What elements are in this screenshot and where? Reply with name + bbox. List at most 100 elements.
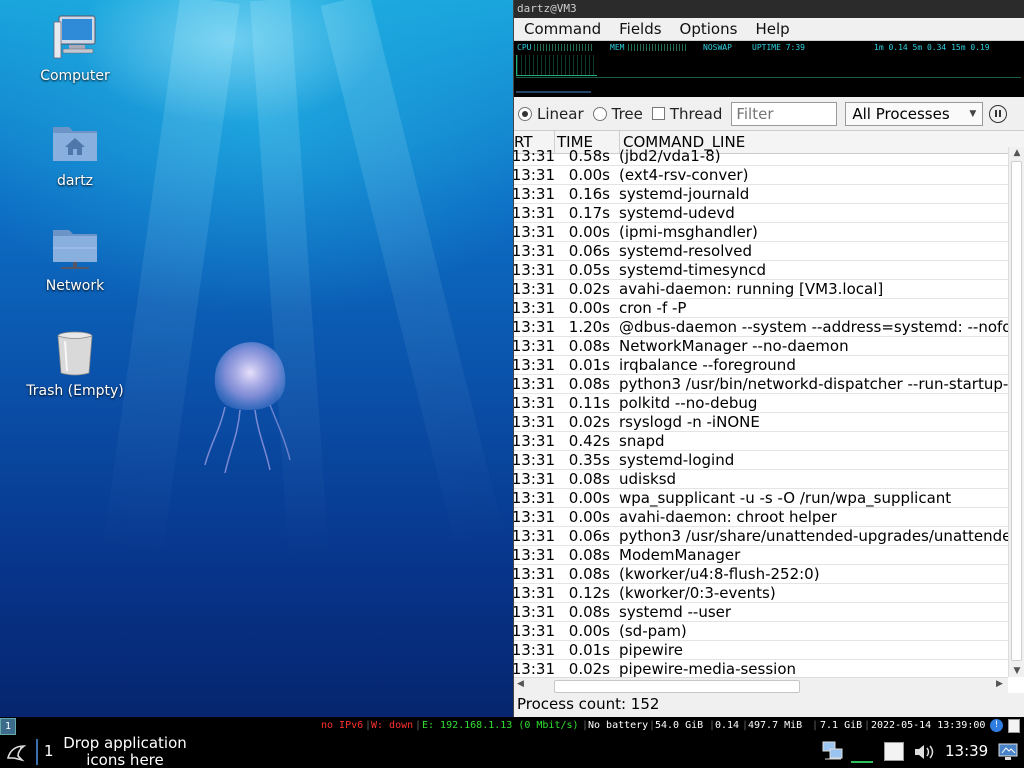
table-row[interactable]: 13:31 0.05s systemd-timesyncd: [514, 261, 1008, 280]
tree-radio[interactable]: Tree: [592, 105, 643, 123]
radio-icon: [592, 106, 607, 121]
scroll-left-icon[interactable]: ◀: [517, 679, 524, 689]
table-row[interactable]: 13:31 0.06s python3 /usr/share/unattended-…: [514, 527, 1008, 546]
table-row[interactable]: 13:31 0.17s systemd-udevd: [514, 204, 1008, 223]
launcher-drop-zone[interactable]: Drop application icons here: [60, 735, 190, 769]
table-row[interactable]: 13:31 0.12s (kworker/0:3-events): [514, 584, 1008, 603]
table-row[interactable]: 13:31 0.01s irqbalance --foreground: [514, 356, 1008, 375]
taskbar-workspace-number[interactable]: 1: [44, 742, 54, 760]
cell-start-time: 13:31: [514, 508, 555, 526]
cell-command-line: systemd-logind: [619, 451, 735, 469]
network-tray-icon[interactable]: [822, 741, 844, 761]
cell-command-line: systemd-journald: [619, 185, 750, 203]
menu-options[interactable]: Options: [671, 20, 747, 38]
scroll-right-icon[interactable]: ▶: [996, 679, 1003, 689]
cell-start-time: 13:31: [514, 185, 555, 203]
cell-command-line: NetworkManager --no-daemon: [619, 337, 849, 355]
menu-command[interactable]: Command: [514, 20, 610, 38]
horizontal-scroll-thumb[interactable]: [554, 680, 800, 693]
app-menu-icon[interactable]: [4, 740, 28, 764]
desktop-icon-computer[interactable]: Computer: [25, 14, 125, 84]
home-folder-icon: [51, 119, 99, 167]
graph-bottom-bar: [516, 91, 591, 93]
process-filter-select[interactable]: All Processes ▼: [845, 101, 984, 126]
taskbar-clock[interactable]: 13:39: [945, 742, 988, 760]
ethernet-status: E: 192.168.1.13 (0 Mbit/s): [422, 720, 579, 731]
separator: |: [415, 720, 422, 731]
cpu-graph: [516, 55, 597, 76]
table-row[interactable]: 13:31 0.00s (ext4-rsv-conver): [514, 166, 1008, 185]
clipboard-tray-icon[interactable]: [884, 742, 904, 761]
cell-cpu-time: 0.02s: [568, 413, 610, 431]
cell-cpu-time: 0.02s: [568, 660, 610, 677]
pause-icon[interactable]: [989, 104, 1008, 123]
display-icon[interactable]: [998, 743, 1018, 761]
scroll-up-icon[interactable]: ▲: [1009, 147, 1024, 159]
cell-cpu-time: 0.17s: [568, 204, 610, 222]
cell-start-time: 13:31: [514, 280, 555, 298]
linear-radio[interactable]: Linear: [518, 105, 584, 123]
taskbar: 1 Drop application icons here 13:39: [0, 735, 1024, 769]
vertical-scrollbar[interactable]: ▲ ▼: [1008, 147, 1024, 677]
table-row[interactable]: 13:31 0.00s cron -f -P: [514, 299, 1008, 318]
vertical-scroll-thumb[interactable]: [1011, 161, 1022, 661]
table-row[interactable]: 13:31 0.08s udisksd: [514, 470, 1008, 489]
table-row[interactable]: 13:31 0.08s systemd --user: [514, 603, 1008, 622]
table-row[interactable]: 13:31 0.58s (jbd2/vda1-8): [514, 147, 1008, 166]
cell-cpu-time: 0.06s: [568, 527, 610, 545]
thread-checkbox[interactable]: Thread: [651, 104, 723, 123]
cell-cpu-time: 0.01s: [568, 356, 610, 374]
scroll-down-icon[interactable]: ▼: [1009, 665, 1024, 677]
cell-cpu-time: 0.06s: [568, 242, 610, 260]
table-row[interactable]: 13:31 0.00s avahi-daemon: chroot helper: [514, 508, 1008, 527]
computer-icon: [51, 14, 99, 62]
cell-command-line: pipewire: [619, 641, 683, 659]
desktop-icon-trash[interactable]: Trash (Empty): [25, 329, 125, 399]
menu-fields[interactable]: Fields: [610, 20, 670, 38]
table-row[interactable]: 13:31 0.00s (ipmi-msghandler): [514, 223, 1008, 242]
cell-start-time: 13:31: [514, 204, 555, 222]
cell-start-time: 13:31: [514, 565, 555, 583]
table-row[interactable]: 13:31 0.00s (sd-pam): [514, 622, 1008, 641]
cell-start-time: 13:31: [514, 489, 555, 507]
cell-command-line: polkitd --no-debug: [619, 394, 758, 412]
table-row[interactable]: 13:31 0.01s pipewire: [514, 641, 1008, 660]
cell-cpu-time: 0.01s: [568, 641, 610, 659]
table-row[interactable]: 13:31 0.02s avahi-daemon: running [VM3.loc…: [514, 280, 1008, 299]
desktop-icon-home[interactable]: dartz: [25, 119, 125, 189]
workspace-indicator[interactable]: 1: [0, 718, 16, 735]
table-row[interactable]: 13:31 0.08s NetworkManager --no-daemon: [514, 337, 1008, 356]
volume-icon[interactable]: [913, 743, 935, 761]
table-row[interactable]: 13:31 0.00s wpa_supplicant -u -s -O /run/w…: [514, 489, 1008, 508]
network-folder-icon: [51, 224, 99, 272]
desktop-icon-label: dartz: [56, 173, 94, 189]
table-row[interactable]: 13:31 0.08s ModemManager: [514, 546, 1008, 565]
clipboard-icon[interactable]: [1008, 719, 1020, 733]
process-filter-value: All Processes: [852, 104, 950, 123]
table-row[interactable]: 13:31 0.11s polkitd --no-debug: [514, 394, 1008, 413]
table-row[interactable]: 13:31 0.02s rsyslogd -n -iNONE: [514, 413, 1008, 432]
table-row[interactable]: 13:31 0.08s (kworker/u4:8-flush-252:0): [514, 565, 1008, 584]
cell-cpu-time: 0.16s: [568, 185, 610, 203]
table-row[interactable]: 13:31 0.42s snapd: [514, 432, 1008, 451]
table-row[interactable]: 13:31 0.35s systemd-logind: [514, 451, 1008, 470]
table-row[interactable]: 13:31 0.02s pipewire-media-session: [514, 660, 1008, 677]
table-row[interactable]: 13:31 0.06s systemd-resolved: [514, 242, 1008, 261]
window-title[interactable]: dartz@VM3: [514, 0, 1024, 18]
cell-cpu-time: 0.35s: [568, 451, 610, 469]
cell-cpu-time: 0.00s: [568, 166, 610, 184]
mem-meter-label: MEM: [610, 43, 625, 52]
cpu-meter-label: CPU: [517, 43, 532, 52]
filter-input[interactable]: [731, 101, 838, 126]
cell-cpu-time: 0.00s: [568, 489, 610, 507]
table-row[interactable]: 13:31 1.20s @dbus-daemon --system --addres…: [514, 318, 1008, 337]
cell-start-time: 13:31: [514, 584, 555, 602]
horizontal-scrollbar[interactable]: ◀ ▶: [514, 677, 1008, 694]
cell-command-line: systemd-resolved: [619, 242, 753, 260]
thread-label: Thread: [669, 104, 723, 123]
table-row[interactable]: 13:31 0.08s python3 /usr/bin/networkd-disp…: [514, 375, 1008, 394]
desktop-icon-network[interactable]: Network: [25, 224, 125, 294]
menu-help[interactable]: Help: [746, 20, 798, 38]
table-row[interactable]: 13:31 0.16s systemd-journald: [514, 185, 1008, 204]
notification-icon[interactable]: !: [990, 719, 1003, 732]
